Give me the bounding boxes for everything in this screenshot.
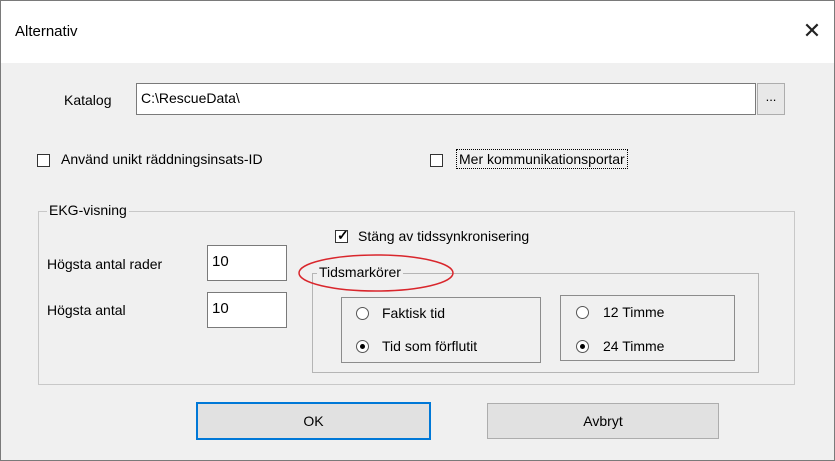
cancel-button[interactable]: Avbryt [487,403,719,439]
disable-sync-checkbox[interactable]: ✓ [335,227,349,243]
disable-sync-label: Stäng av tidssynkronisering [358,228,530,244]
more-ports-checkbox[interactable] [430,154,443,167]
max-count-label: Högsta antal [47,302,126,318]
max-rows-value: 10 [212,253,229,270]
window-title: Alternativ [15,23,78,40]
unique-id-checkbox[interactable] [37,154,50,167]
catalog-path-value: C:\RescueData\ [141,90,240,106]
max-count-value: 10 [212,300,229,317]
cancel-button-label: Avbryt [583,413,623,429]
actual-time-label: Faktisk tid [382,305,446,321]
options-dialog: Alternativ ✕ Katalog C:\RescueData\ ... … [0,0,835,461]
ekg-group-legend: EKG-visning [47,202,129,218]
twenty-four-hour-label: 24 Timme [603,338,665,354]
annotation-ellipse [298,254,454,292]
radio-elapsed-time[interactable] [356,340,369,353]
close-icon[interactable]: ✕ [798,17,826,45]
radio-actual-time[interactable] [356,307,369,320]
catalog-path-field[interactable]: C:\RescueData\ [136,83,756,115]
radio-12h[interactable] [576,306,589,319]
browse-button[interactable]: ... [757,83,785,115]
radio-24h[interactable] [576,340,589,353]
title-bar: Alternativ ✕ [1,1,834,63]
more-ports-label: Mer kommunikationsportar [456,149,628,169]
ok-button[interactable]: OK [196,402,431,440]
elapsed-time-label: Tid som förflutit [382,338,478,354]
max-count-field[interactable]: 10 [207,292,287,328]
ok-button-label: OK [303,413,324,429]
max-rows-label: Högsta antal rader [47,256,163,272]
twelve-hour-label: 12 Timme [603,304,665,320]
max-rows-field[interactable]: 10 [207,245,287,281]
unique-id-label: Använd unikt räddningsinsats-ID [61,151,263,167]
checkmark-icon: ✓ [337,227,349,243]
catalog-label: Katalog [64,92,112,108]
